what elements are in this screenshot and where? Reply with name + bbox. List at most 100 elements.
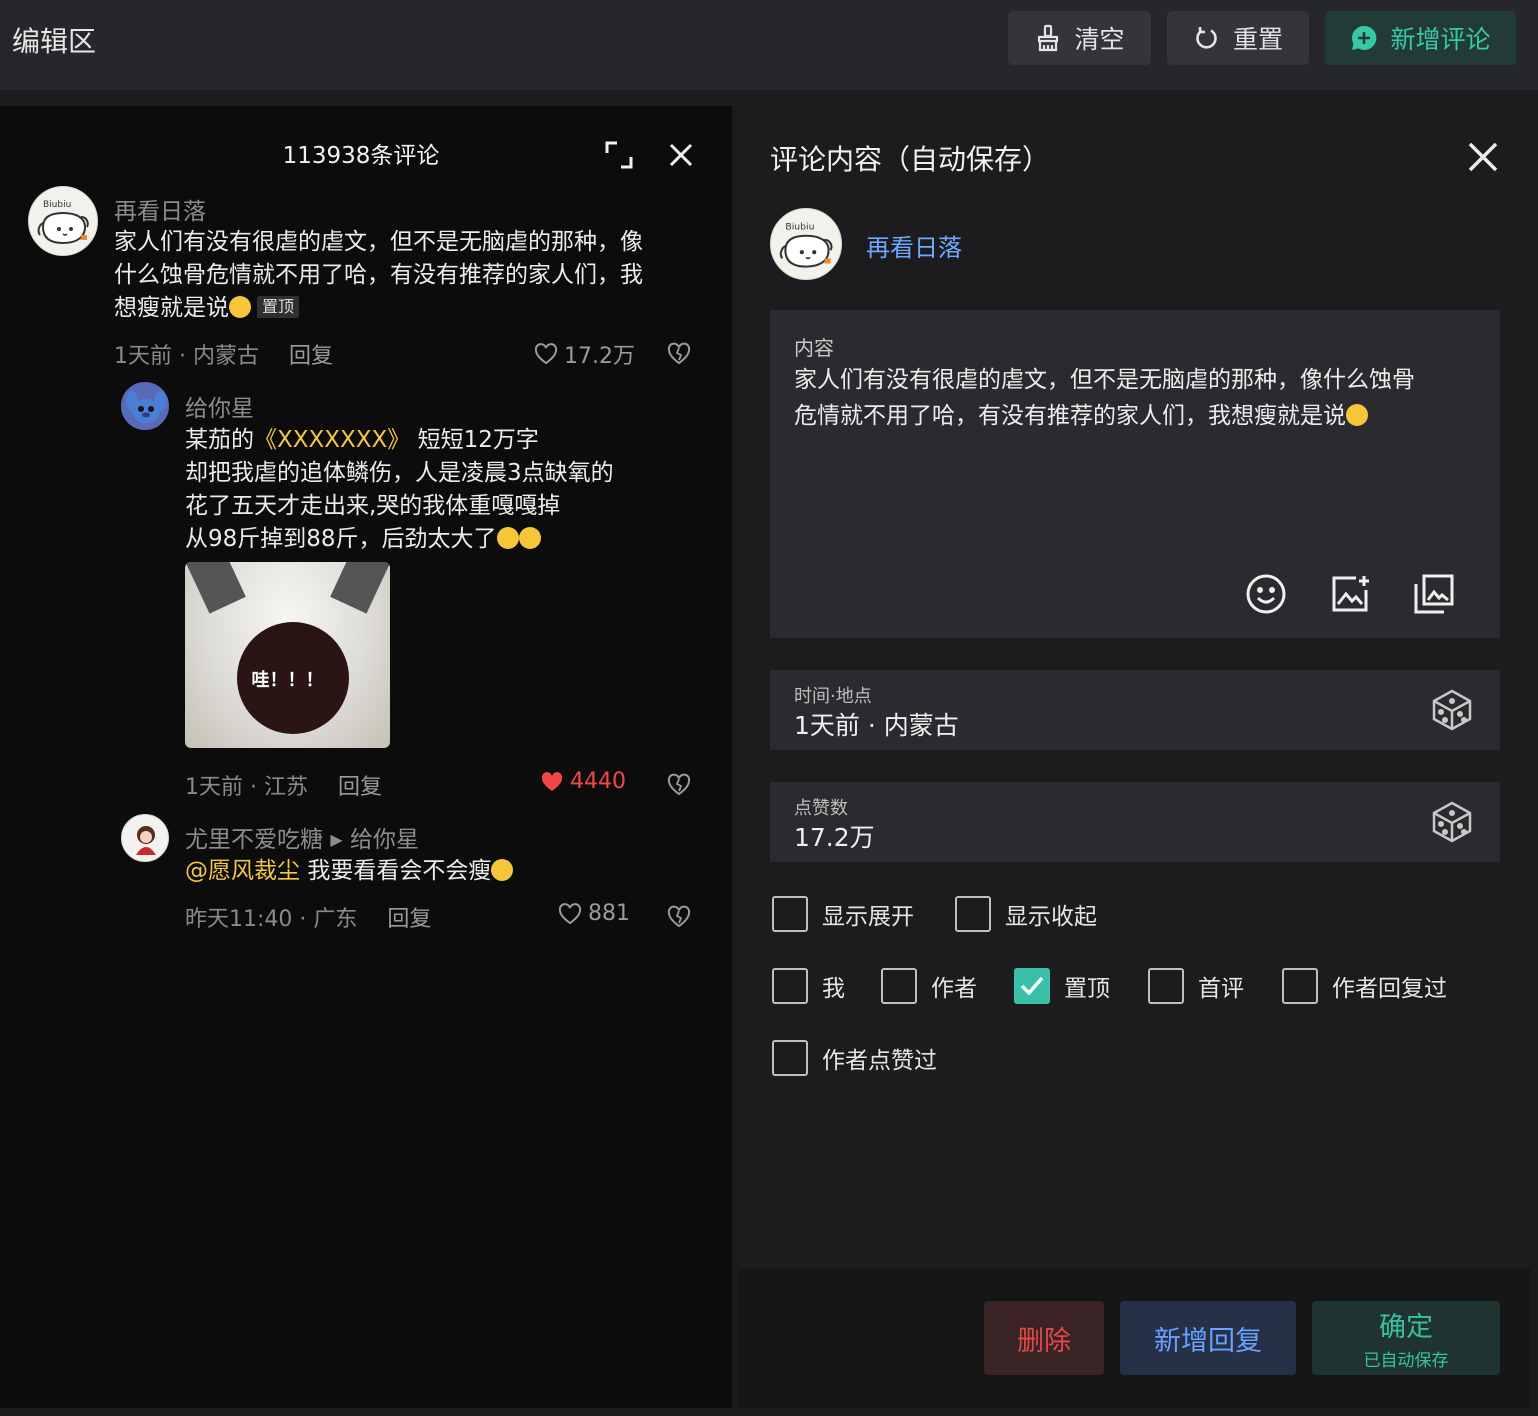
comment-line-text: 从98斤掉到88斤，后劲太大了 (185, 526, 497, 552)
broken-heart-icon[interactable] (666, 903, 692, 929)
mention-link[interactable]: @愿风裁尘 (185, 858, 300, 884)
content-line: 危情就不用了哈，有没有推荐的家人们，我想瘦就是说 (794, 398, 1474, 434)
content-textarea[interactable]: 内容 家人们有没有很虐的虐文，但不是无脑虐的那种，像什么蚀骨 危情就不用了哈，有… (770, 310, 1500, 638)
dice-icon[interactable] (1430, 800, 1474, 844)
close-icon[interactable] (666, 140, 696, 170)
first-comment-checkbox[interactable]: 首评 (1148, 968, 1244, 1004)
dog-avatar-icon: Biubiu (779, 222, 833, 268)
author-liked-checkbox[interactable]: 作者点赞过 (772, 1040, 937, 1076)
like-button[interactable]: 4440 (540, 769, 626, 794)
content-label: 内容 (794, 336, 834, 360)
comment-time-location: 1天前 · 江苏 (185, 775, 308, 800)
reply-to-username[interactable]: 给你星 (350, 827, 419, 853)
editor-footer: 删除 新增回复 确定 已自动保存 (738, 1268, 1530, 1408)
show-collapse-checkbox[interactable]: 显示收起 (955, 896, 1097, 932)
pinned-badge: 置顶 (257, 296, 300, 318)
svg-text:Biubiu: Biubiu (43, 200, 71, 210)
editor-title: 评论内容（自动保存） (770, 143, 1051, 176)
reset-label: 重置 (1232, 25, 1283, 54)
reset-button[interactable]: 重置 (1167, 11, 1309, 65)
checkbox-box[interactable] (1148, 968, 1184, 1004)
pinned-checkbox[interactable]: 置顶 (1014, 968, 1110, 1004)
show-expand-checkbox[interactable]: 显示展开 (772, 896, 914, 932)
like-count: 4440 (570, 769, 626, 794)
cat-ear (185, 562, 246, 614)
top-toolbar: 编辑区 清空 重置 新增评论 (0, 0, 1538, 90)
add-reply-button[interactable]: 新增回复 (1120, 1301, 1296, 1375)
add-comment-button[interactable]: 新增评论 (1325, 11, 1516, 65)
comment-text: @愿风裁尘 我要看看会不会瘦 (185, 855, 705, 888)
emoji-icon[interactable] (1244, 572, 1288, 616)
checkbox-label: 作者点赞过 (822, 1048, 937, 1074)
time-location-value[interactable]: 1天前 · 内蒙古 (794, 706, 959, 742)
comment-line-text: 想瘦就是说 (114, 295, 229, 321)
author-checkbox[interactable]: 作者 (881, 968, 977, 1004)
likes-value[interactable]: 17.2万 (794, 818, 875, 854)
comment-line: 却把我虐的追体鳞伤，人是凌晨3点缺氧的 (185, 460, 614, 486)
delete-label: 删除 (1017, 1325, 1071, 1357)
heart-outline-icon (534, 343, 558, 365)
separator (0, 90, 1538, 106)
comment-meta: 1天前 · 内蒙古 回复 (114, 338, 333, 370)
book-title-link[interactable]: 《XXXXXXX》 (254, 427, 410, 453)
content-text[interactable]: 家人们有没有很虐的虐文，但不是无脑虐的那种，像什么蚀骨 危情就不用了哈，有没有推… (794, 362, 1474, 434)
comment-time-location: 昨天11:40 · 广东 (185, 907, 358, 932)
comment-text: 某茄的《XXXXXXX》 短短12万字 却把我虐的追体鳞伤，人是凌晨3点缺氧的 … (185, 424, 705, 556)
avatar[interactable] (121, 382, 169, 430)
like-button[interactable]: 17.2万 (534, 338, 635, 370)
clear-button[interactable]: 清空 (1008, 11, 1151, 65)
confirm-button[interactable]: 确定 已自动保存 (1312, 1301, 1500, 1375)
reply-link[interactable]: 回复 (338, 775, 382, 800)
dice-icon[interactable] (1430, 688, 1474, 732)
avatar[interactable]: Biubiu (770, 208, 842, 280)
gallery-icon[interactable] (1412, 572, 1456, 616)
comment-username[interactable]: 给你星 (185, 389, 254, 423)
window-edge (0, 1408, 1538, 1416)
add-image-icon[interactable] (1328, 572, 1372, 616)
like-count: 881 (588, 901, 630, 926)
reply-link[interactable]: 回复 (387, 907, 431, 932)
content-line-text: 危情就不用了哈，有没有推荐的家人们，我想瘦就是说 (794, 403, 1346, 429)
comment-username[interactable]: 尤里不爱吃糖 (185, 827, 323, 853)
time-location-label: 时间·地点 (794, 686, 872, 707)
checkbox-box[interactable] (955, 896, 991, 932)
comment-line: 花了五天才走出来,哭的我体重嘎嘎掉 (185, 493, 561, 519)
image-caption: 哇！！！ (251, 670, 324, 691)
heart-outline-icon (558, 902, 582, 924)
me-checkbox[interactable]: 我 (772, 968, 845, 1004)
comment-plus-icon (1352, 25, 1377, 50)
time-location-field[interactable]: 时间·地点 1天前 · 内蒙古 (770, 670, 1500, 750)
checkbox-box[interactable] (1282, 968, 1318, 1004)
comment-time-location: 1天前 · 内蒙古 (114, 344, 259, 369)
close-icon[interactable] (1466, 140, 1500, 174)
delete-button[interactable]: 删除 (984, 1301, 1104, 1375)
avatar[interactable] (121, 814, 169, 862)
checkbox-box[interactable] (881, 968, 917, 1004)
broken-heart-icon[interactable] (666, 771, 692, 797)
girl-avatar-icon (136, 826, 156, 855)
checkbox-label: 置顶 (1064, 976, 1110, 1002)
comment-meta: 1天前 · 江苏 回复 (185, 769, 382, 801)
comment-line: 想瘦就是说 置顶 (114, 292, 704, 325)
likes-field[interactable]: 点赞数 17.2万 (770, 782, 1500, 862)
crying-face-icon (496, 527, 519, 549)
pleading-face-icon (229, 296, 251, 318)
avatar[interactable]: Biubiu (28, 186, 98, 256)
checkbox-box-checked[interactable] (1014, 968, 1050, 1004)
add-reply-label: 新增回复 (1154, 1325, 1262, 1357)
editor-username[interactable]: 再看日落 (866, 228, 962, 263)
broken-heart-icon[interactable] (666, 340, 692, 366)
reply-link[interactable]: 回复 (289, 344, 333, 369)
checkbox-box[interactable] (772, 1040, 808, 1076)
comment-image[interactable]: 哇！！！ (185, 562, 390, 748)
expand-icon[interactable] (604, 140, 634, 170)
checkbox-label: 作者 (931, 976, 977, 1002)
comment-username[interactable]: 再看日落 (114, 192, 206, 226)
checkbox-box[interactable] (772, 896, 808, 932)
heart-eyes-icon (491, 859, 514, 881)
checkbox-box[interactable] (772, 968, 808, 1004)
comment-editor-panel: 评论内容（自动保存） Biubiu 再看日落 内容 家人们有没有很虐的虐文，但不… (738, 106, 1530, 1408)
comment-reply-header: 尤里不爱吃糖 ▶ 给你星 (185, 820, 419, 854)
like-button[interactable]: 881 (558, 901, 630, 926)
author-replied-checkbox[interactable]: 作者回复过 (1282, 968, 1447, 1004)
